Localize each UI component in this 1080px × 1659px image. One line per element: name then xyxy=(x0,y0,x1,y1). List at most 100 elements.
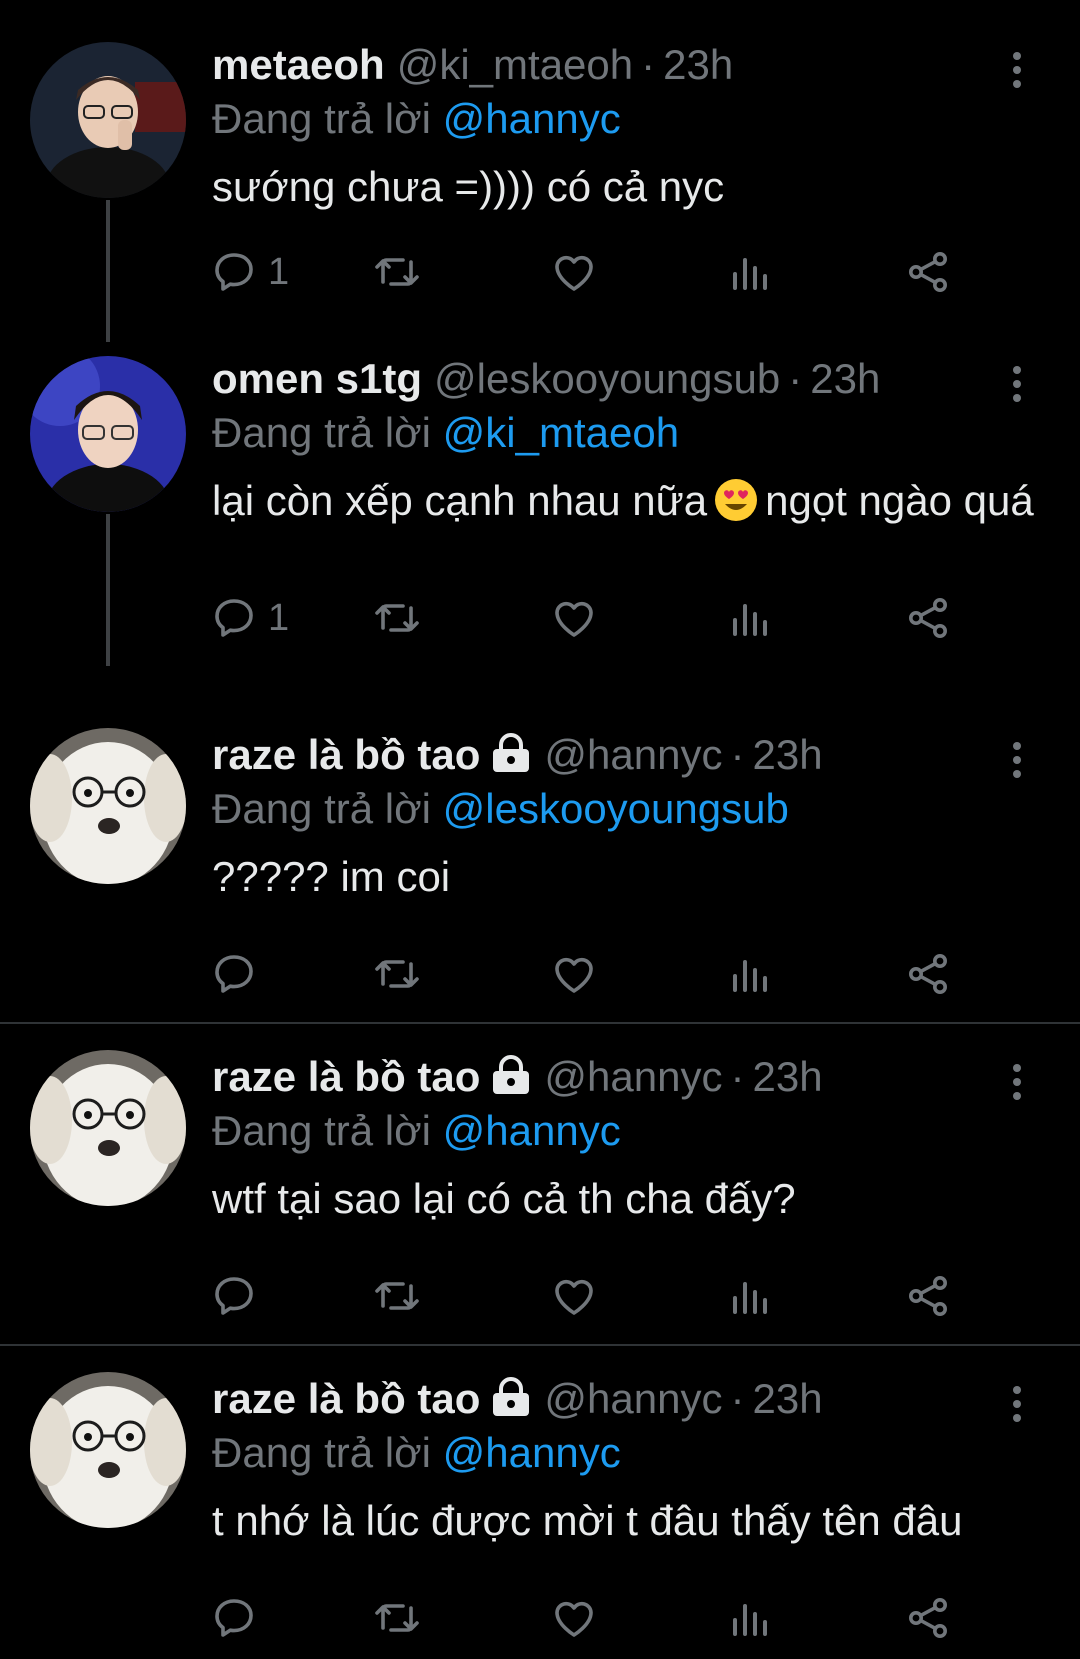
retweet-icon xyxy=(375,258,419,286)
share-icon xyxy=(909,954,947,994)
separator-dot: · xyxy=(730,1375,745,1422)
views-button[interactable] xyxy=(727,1268,775,1324)
more-options-icon[interactable] xyxy=(1005,740,1029,780)
share-icon xyxy=(909,598,947,638)
retweet-button[interactable] xyxy=(373,946,421,1002)
lock-icon xyxy=(493,1377,530,1416)
tweet[interactable]: raze là bồ tao @hannyc · 23h Đang trả lời @… xyxy=(0,1372,1080,1659)
mention-link[interactable]: @hannyc xyxy=(443,1429,621,1476)
display-name[interactable]: metaeoh xyxy=(212,41,385,88)
reply-button[interactable] xyxy=(210,1590,268,1646)
more-options-icon[interactable] xyxy=(1005,1062,1029,1102)
reply-button[interactable]: 1 xyxy=(210,590,289,646)
tweet-divider xyxy=(0,1022,1080,1024)
mention-link[interactable]: @ki_mtaeoh xyxy=(443,409,679,456)
retweet-button[interactable] xyxy=(373,590,421,646)
user-handle[interactable]: @hannyc xyxy=(544,1053,722,1100)
like-button[interactable] xyxy=(550,946,598,1002)
views-button[interactable] xyxy=(727,1590,775,1646)
action-bar xyxy=(210,946,1030,1002)
tweet-text-part: lại còn xếp cạnh nhau nữa xyxy=(212,477,708,524)
user-handle[interactable]: @hannyc xyxy=(544,1375,722,1422)
reply-icon xyxy=(215,253,253,291)
replying-label: Đang trả lời xyxy=(212,95,431,142)
display-name[interactable]: raze là bồ tao xyxy=(212,1375,480,1422)
reply-icon xyxy=(215,1599,253,1637)
lock-icon xyxy=(493,733,530,772)
tweet-text: ????? im coi xyxy=(212,853,451,900)
more-options-icon[interactable] xyxy=(1005,50,1029,90)
retweet-button[interactable] xyxy=(373,1268,421,1324)
mention-link[interactable]: @hannyc xyxy=(443,1107,621,1154)
like-icon xyxy=(555,1601,593,1637)
timestamp[interactable]: 23h xyxy=(810,355,880,402)
like-button[interactable] xyxy=(550,590,598,646)
replying-label: Đang trả lời xyxy=(212,409,431,456)
mention-link[interactable]: @hannyc xyxy=(443,95,621,142)
reply-button[interactable]: 1 xyxy=(210,244,289,300)
user-handle[interactable]: @ki_mtaeoh xyxy=(397,41,633,88)
user-handle[interactable]: @leskooyoungsub xyxy=(434,355,780,402)
display-name[interactable]: raze là bồ tao xyxy=(212,1053,480,1100)
like-button[interactable] xyxy=(550,1590,598,1646)
reply-icon xyxy=(215,1277,253,1315)
display-name[interactable]: omen s1tg xyxy=(212,355,422,402)
reply-count: 1 xyxy=(268,250,290,293)
tweet-header: raze là bồ tao @hannyc · 23h xyxy=(212,1372,823,1426)
like-icon xyxy=(555,1279,593,1315)
replying-to: Đang trả lời @hannyc xyxy=(212,92,621,146)
avatar[interactable] xyxy=(30,42,186,198)
reply-button[interactable] xyxy=(210,946,268,1002)
mention-link[interactable]: @leskooyoungsub xyxy=(443,785,789,832)
replying-to: Đang trả lời @ki_mtaeoh xyxy=(212,406,679,460)
timestamp[interactable]: 23h xyxy=(752,1053,822,1100)
reply-count: 1 xyxy=(268,596,290,639)
replying-label: Đang trả lời xyxy=(212,1429,431,1476)
retweet-icon xyxy=(375,1282,419,1310)
separator-dot: · xyxy=(788,355,803,402)
views-button[interactable] xyxy=(727,590,775,646)
tweet-header: raze là bồ tao @hannyc · 23h xyxy=(212,728,823,782)
more-options-icon[interactable] xyxy=(1005,364,1029,404)
reply-icon xyxy=(215,955,253,993)
user-handle[interactable]: @hannyc xyxy=(544,731,722,778)
retweet-button[interactable] xyxy=(373,244,421,300)
more-options-icon[interactable] xyxy=(1005,1384,1029,1424)
avatar[interactable] xyxy=(30,1372,186,1528)
separator-dot: · xyxy=(730,1053,745,1100)
timestamp[interactable]: 23h xyxy=(752,1375,822,1422)
share-button[interactable] xyxy=(904,244,952,300)
like-button[interactable] xyxy=(550,1268,598,1324)
separator-dot: · xyxy=(730,731,745,778)
retweet-button[interactable] xyxy=(373,1590,421,1646)
tweet-text: lại còn xếp cạnh nhau nữa ngọt ngào quá xyxy=(212,474,1052,528)
lock-icon xyxy=(493,1055,530,1094)
avatar[interactable] xyxy=(30,728,186,884)
tweet-header: omen s1tg @leskooyoungsub · 23h xyxy=(212,352,880,406)
like-button[interactable] xyxy=(550,244,598,300)
share-button[interactable] xyxy=(904,590,952,646)
avatar[interactable] xyxy=(30,356,186,512)
retweet-icon xyxy=(375,960,419,988)
display-name[interactable]: raze là bồ tao xyxy=(212,731,480,778)
tweet-header: raze là bồ tao @hannyc · 23h xyxy=(212,1050,823,1104)
views-button[interactable] xyxy=(727,946,775,1002)
tweet[interactable]: raze là bồ tao @hannyc · 23h Đang trả lời @… xyxy=(0,728,1080,1008)
share-button[interactable] xyxy=(904,946,952,1002)
share-button[interactable] xyxy=(904,1590,952,1646)
tweet-divider xyxy=(0,1344,1080,1346)
share-button[interactable] xyxy=(904,1268,952,1324)
tweet[interactable]: metaeoh @ki_mtaeoh · 23h Đang trả lời @hann… xyxy=(0,38,1080,342)
avatar[interactable] xyxy=(30,1050,186,1206)
replying-to: Đang trả lời @hannyc xyxy=(212,1104,621,1158)
reply-button[interactable] xyxy=(210,1268,268,1324)
retweet-icon xyxy=(375,1604,419,1632)
tweet[interactable]: raze là bồ tao @hannyc · 23h Đang trả lời @… xyxy=(0,1050,1080,1330)
heart-eyes-emoji-icon xyxy=(715,479,758,521)
thread-line xyxy=(106,200,110,342)
action-bar xyxy=(210,1590,1030,1646)
timestamp[interactable]: 23h xyxy=(663,41,733,88)
views-button[interactable] xyxy=(727,244,775,300)
tweet[interactable]: omen s1tg @leskooyoungsub · 23h Đang trả lờ… xyxy=(0,352,1080,682)
timestamp[interactable]: 23h xyxy=(752,731,822,778)
